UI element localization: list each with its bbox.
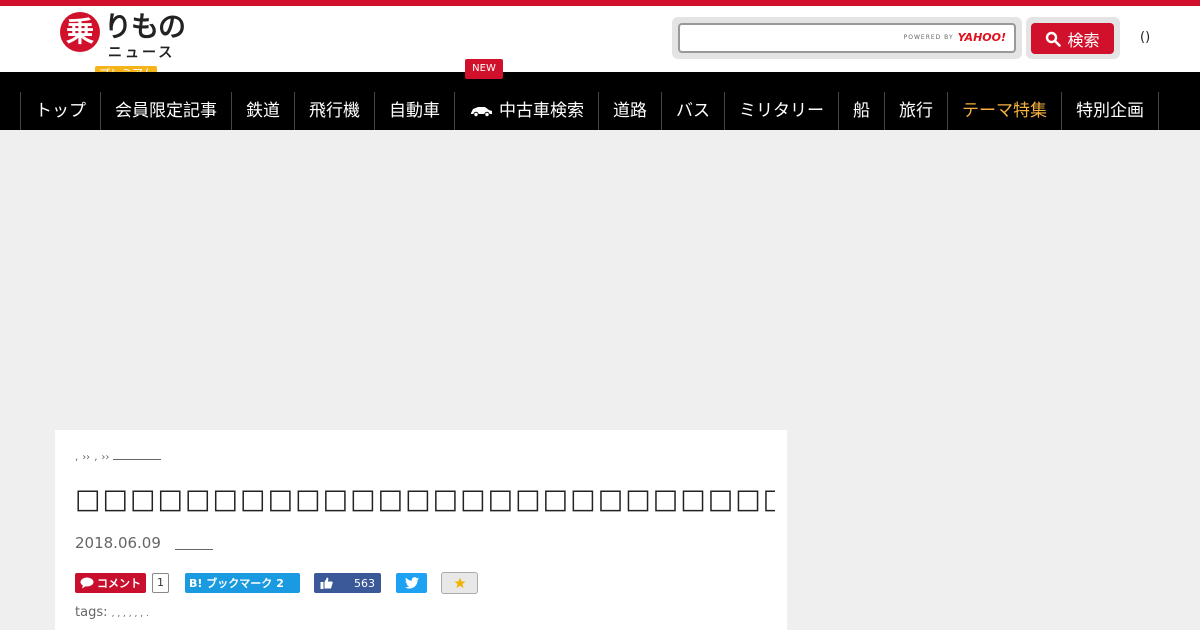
nav-item-special-project[interactable]: 特別企画 [1062,92,1159,130]
speech-bubble-icon [80,577,94,589]
tag-list[interactable]: , , , , , , . [112,609,149,619]
twitter-button[interactable] [396,573,427,593]
nav-label: テーマ特集 [962,101,1047,121]
breadcrumb-separator: ›› [82,452,91,463]
thumbs-up-icon [320,577,333,589]
user-link[interactable]: () [1140,30,1150,45]
facebook-count: 563 [354,576,375,590]
breadcrumb-current [113,452,162,460]
favorite-button[interactable] [441,572,478,594]
nav-label: 鉄道 [246,101,280,121]
hatena-label: B! ブックマーク [189,577,273,590]
nav-item-travel[interactable]: 旅行 [885,92,948,130]
comment-count: 1 [152,573,169,593]
breadcrumb: , ›› , ›› [75,452,162,463]
search-button-wrap: 検索 [1026,17,1120,59]
logo-kanji: 乗 [60,12,100,52]
ad-area [0,130,1200,430]
article-meta: 2018.06.09 [75,534,213,552]
nav-item-car[interactable]: 自動車 [375,92,455,130]
nav-label: 自動車 [389,101,440,121]
search-icon [1046,31,1062,47]
article-author-link[interactable] [174,536,213,550]
article-card: , ›› , ›› □□□□□□□□□□□□□□□□□□□□□□□□□□□□□□… [55,430,787,630]
nav-label: 特別企画 [1076,101,1144,121]
powered-by-label: POWERED BY [903,34,954,41]
nav-item-bus[interactable]: バス [662,92,725,130]
nav-item-airplane[interactable]: 飛行機 [295,92,375,130]
nav-label: 船 [853,101,870,121]
nav-items: トップ 会員限定記事 鉄道 飛行機 自動車 中古車検索 道路 バス ミリタリー … [20,92,1159,130]
nav-label: バス [676,101,710,121]
nav-item-members[interactable]: 会員限定記事 [101,92,232,130]
tags: tags: , , , , , , . [75,605,149,620]
article-date: 2018.06.09 [75,534,161,552]
nav-label: 道路 [613,101,647,121]
nav-item-military[interactable]: ミリタリー [725,92,839,130]
nav-item-theme-feature[interactable]: テーマ特集 [948,92,1062,130]
nav-item-top[interactable]: トップ [21,92,101,130]
search-button[interactable]: 検索 [1031,23,1114,54]
nav-label: ミリタリー [739,101,824,121]
breadcrumb-item[interactable]: , [94,452,97,463]
nav-item-used-car-search[interactable]: 中古車検索 [455,92,599,130]
main-nav: トップ 会員限定記事 鉄道 飛行機 自動車 中古車検索 道路 バス ミリタリー … [0,72,1200,130]
comment-label: コメント [97,577,141,590]
yahoo-logo: YAHOO! [957,31,1006,44]
nav-label: 旅行 [899,101,933,121]
logo-news: ニュース [108,45,176,61]
social-buttons: コメント 1 B! ブックマーク 2 563 [75,572,478,594]
nav-label: 飛行機 [309,101,360,121]
breadcrumb-item[interactable]: , [75,452,78,463]
new-badge: NEW [465,59,503,79]
car-icon [471,107,492,117]
article-title: □□□□□□□□□□□□□□□□□□□□□□□□□□□□□□□□□□□□□□□ [75,484,775,515]
twitter-bird-icon [404,577,419,589]
facebook-like-button[interactable]: 563 [314,573,381,593]
site-logo[interactable]: 乗 りもの ニュース プレミアム [60,10,200,82]
powered-by-yahoo: POWERED BY YAHOO! [904,31,1006,44]
nav-label: トップ [35,101,86,121]
hatena-bookmark-button[interactable]: B! ブックマーク 2 [185,573,300,593]
star-icon [454,577,465,588]
search-box: POWERED BY YAHOO! [672,17,1022,59]
nav-item-railway[interactable]: 鉄道 [232,92,295,130]
comment-button[interactable]: コメント [75,573,146,593]
hatena-count: 2 [276,576,284,590]
search-button-label: 検索 [1067,30,1100,50]
nav-item-ship[interactable]: 船 [839,92,885,130]
breadcrumb-separator: ›› [101,452,110,463]
nav-label: 中古車検索 [499,101,584,121]
nav-item-road[interactable]: 道路 [599,92,662,130]
logo-kana: りもの [104,10,186,43]
nav-label: 会員限定記事 [115,101,217,121]
tags-label: tags: [75,605,108,620]
